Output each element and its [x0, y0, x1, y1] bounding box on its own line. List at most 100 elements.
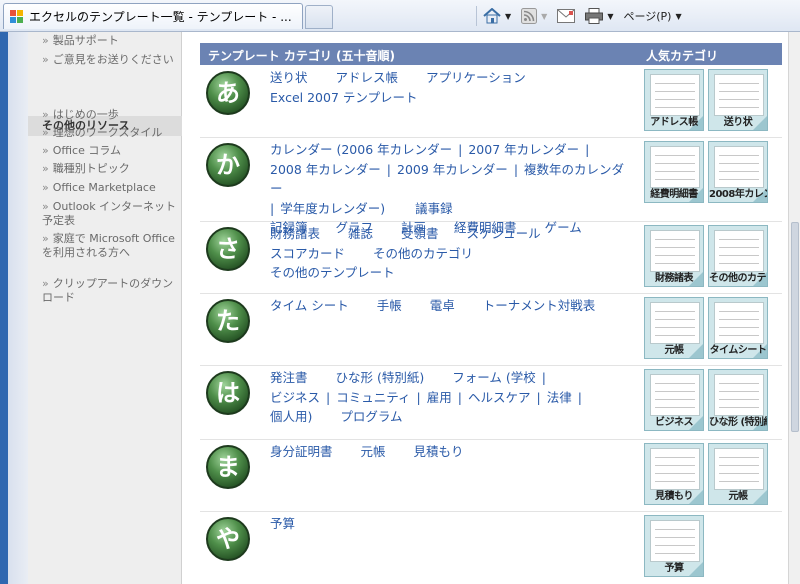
new-tab-button[interactable] [305, 5, 333, 29]
category-link[interactable]: アドレス帳 [336, 70, 399, 85]
sidebar-item-office-column[interactable]: » Office コラム [42, 144, 178, 158]
popular-category-thumbnail[interactable]: 経費明細書 [644, 141, 704, 203]
category-link[interactable]: 財務諸表 [270, 226, 320, 241]
category-link[interactable]: 2008 年カレンダー [270, 162, 381, 177]
popular-category-thumbnail[interactable]: 元帳 [644, 297, 704, 359]
category-link[interactable]: 雇用 [427, 390, 452, 405]
print-button[interactable]: ▼ [585, 8, 613, 24]
home-button[interactable]: ▼ [483, 8, 511, 24]
thumbnail-caption: ビジネス [655, 417, 694, 428]
category-link[interactable]: 個人用) [270, 409, 312, 424]
page-menu-button[interactable]: ページ(P) ▼ [623, 8, 681, 24]
category-link[interactable]: ヘルスケア [468, 390, 531, 405]
template-preview-icon [714, 374, 764, 416]
popular-category-thumbnail[interactable]: 2008年カレンダー [708, 141, 768, 203]
category-link[interactable]: 電卓 [430, 298, 455, 313]
sidebar-item-outlook-calendar[interactable]: » Outlook インターネット予定表 [42, 200, 178, 228]
sidebar-item-label: Office コラム [52, 144, 122, 157]
sidebar-item-feedback[interactable]: » ご意見をお送りください [42, 53, 178, 67]
vertical-scrollbar[interactable] [788, 32, 800, 584]
bullet-icon: » [42, 162, 49, 175]
category-link[interactable]: 受領書 [401, 226, 439, 241]
popular-category-thumbnail[interactable]: タイムシート [708, 297, 768, 359]
popular-thumbnails: 見積もり 元帳 [644, 443, 768, 505]
category-link[interactable]: Excel 2007 テンプレート [270, 90, 418, 105]
category-link[interactable]: 手帳 [377, 298, 402, 313]
kana-badge-icon: あ [206, 71, 250, 115]
category-link[interactable]: フォーム (学校 [452, 370, 535, 385]
popular-thumbnails: 財務諸表 その他のカテゴリ [644, 225, 768, 287]
category-link[interactable]: 2007 年カレンダー [468, 142, 579, 157]
sidebar-item-job-topics[interactable]: » 職種別トピック [42, 162, 178, 176]
print-dropdown-icon[interactable]: ▼ [607, 12, 613, 21]
popular-category-thumbnail[interactable]: その他のカテゴリ [708, 225, 768, 287]
feeds-button[interactable]: ▼ [521, 8, 547, 24]
kana-badge-icon: は [206, 371, 250, 415]
popular-category-thumbnail[interactable]: 財務諸表 [644, 225, 704, 287]
category-row-ha: は 発注書 ひな形 (特別紙) フォーム (学校 | ビジネス | コミュニティ | 雇用 | ヘ… [200, 366, 782, 440]
mail-button[interactable] [557, 9, 576, 23]
browser-tab-active[interactable]: エクセルのテンプレート一覧 - テンプレート - ... [3, 3, 303, 29]
sidebar-item-marketplace[interactable]: » Office Marketplace [42, 181, 178, 195]
command-bar: ▼ ▼ ▼ ページ(P) ▼ [470, 0, 692, 32]
category-link[interactable]: その他のテンプレート [270, 265, 395, 280]
template-preview-icon [650, 74, 700, 116]
popular-category-thumbnail[interactable]: アドレス帳 [644, 69, 704, 131]
category-link[interactable]: アプリケーション [426, 70, 526, 85]
category-link[interactable]: 元帳 [361, 444, 386, 459]
category-link[interactable]: 学年度カレンダー) [280, 201, 385, 216]
main-content: テンプレート カテゴリ (五十音順) 人気カテゴリ あ 送り状 アドレス帳 アプリケ… [182, 32, 788, 584]
feeds-dropdown-icon[interactable]: ▼ [541, 12, 547, 21]
category-link[interactable]: 2009 年カレンダー [397, 162, 508, 177]
category-link[interactable]: 身分証明書 [270, 444, 333, 459]
category-link[interactable]: 雑誌 [348, 226, 373, 241]
link-separator: | [585, 142, 590, 157]
scrollbar-thumb[interactable] [791, 222, 799, 432]
category-link[interactable]: プログラム [340, 409, 402, 424]
popular-category-thumbnail[interactable]: ビジネス [644, 369, 704, 431]
category-row-ya: や 予算 予算 [200, 512, 782, 584]
sidebar-item-home-office[interactable]: » 家庭で Microsoft Office を利用される方へ [42, 232, 178, 260]
popular-category-thumbnail[interactable]: ひな形 (特別紙) [708, 369, 768, 431]
sidebar-item-clipart[interactable]: » クリップアートのダウンロード [42, 277, 178, 305]
bullet-icon: » [42, 53, 49, 66]
page-menu-dropdown-icon: ▼ [675, 11, 682, 21]
category-link[interactable]: ひな形 (特別紙) [336, 370, 425, 385]
category-link[interactable]: その他のカテゴリ [373, 246, 473, 261]
thumbnail-caption: 経費明細書 [650, 189, 698, 200]
category-link[interactable]: 議事録 [415, 201, 453, 216]
category-link[interactable]: 送り状 [270, 70, 308, 85]
category-link[interactable]: トーナメント対戦表 [483, 298, 596, 313]
popular-category-thumbnail[interactable]: 見積もり [644, 443, 704, 505]
category-link[interactable]: コミュニティ [336, 390, 410, 405]
category-link[interactable]: 見積もり [414, 444, 464, 459]
excel-favicon-icon [10, 9, 24, 24]
category-link[interactable]: スコアカード [270, 246, 345, 261]
template-preview-icon [714, 146, 764, 188]
sidebar-item-getting-started[interactable]: » はじめの一歩 [42, 108, 178, 122]
link-separator: | [513, 161, 519, 177]
category-link[interactable]: ビジネス [270, 390, 320, 405]
category-link[interactable]: 法律 [547, 390, 572, 405]
category-link[interactable]: タイム シート [270, 298, 349, 313]
sidebar-item-support[interactable]: » 製品サポート [42, 34, 178, 48]
category-link[interactable]: 発注書 [270, 370, 308, 385]
category-links: タイム シート 手帳 電卓 トーナメント対戦表 [270, 296, 630, 316]
category-link[interactable]: スケジュール [467, 226, 541, 241]
link-separator: | [416, 389, 421, 405]
popular-category-thumbnail[interactable]: 送り状 [708, 69, 768, 131]
sidebar-item-label: 職種別トピック [52, 162, 130, 175]
template-preview-icon [714, 230, 764, 272]
link-separator: | [541, 370, 546, 385]
popular-thumbnails: ビジネス ひな形 (特別紙) [644, 369, 768, 431]
home-dropdown-icon[interactable]: ▼ [505, 12, 511, 21]
bullet-icon: » [42, 34, 49, 47]
category-link[interactable]: カレンダー (2006 年カレンダー [270, 142, 452, 157]
category-link[interactable]: 予算 [270, 516, 295, 531]
sidebar-item-workstyle[interactable]: » 理想のワークスタイル [42, 126, 178, 140]
sidebar-item-label: 理想のワークスタイル [52, 126, 163, 139]
popular-category-thumbnail[interactable]: 予算 [644, 515, 704, 577]
popular-category-thumbnail[interactable]: 元帳 [708, 443, 768, 505]
kana-badge-icon: た [206, 299, 250, 343]
category-links: 財務諸表 雑誌 受領書 スケジュール スコアカード その他のカテゴリ その他のテンプレー… [270, 224, 630, 283]
